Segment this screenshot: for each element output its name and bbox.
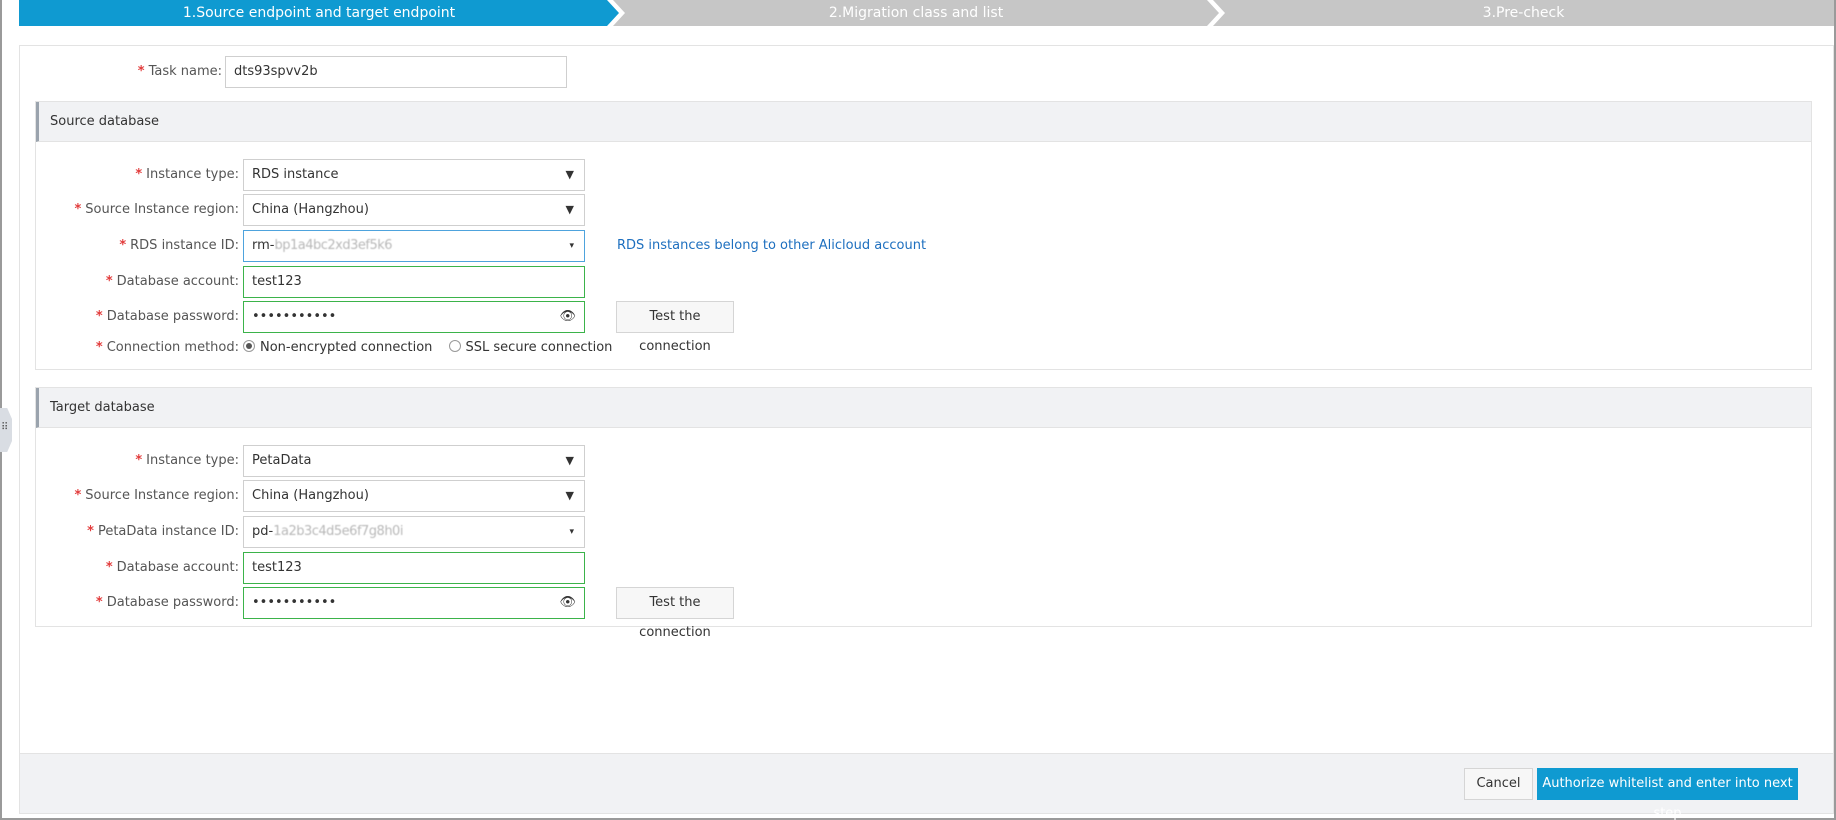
task-name-row: * Task name:	[20, 56, 222, 88]
radio-ssl[interactable]	[448, 340, 461, 352]
target-instance-type-row: * Instance type:	[135, 453, 239, 468]
task-name-label: * Task name:	[137, 64, 222, 79]
masked-instance-id: 1a2b3c4d5e6f7g8h0i	[273, 524, 403, 539]
authorize-next-button[interactable]: Authorize whitelist and enter into next …	[1537, 768, 1798, 820]
target-region-select[interactable]: China (Hangzhou) ▼	[243, 480, 585, 512]
other-account-link[interactable]: RDS instances belong to other Alicloud a…	[617, 230, 926, 262]
eye-icon[interactable]: 👁	[559, 302, 576, 332]
source-password-input[interactable]: ••••••••••• 👁	[243, 301, 585, 333]
target-account-row: * Database account:	[105, 560, 239, 575]
target-account-input[interactable]: test123	[243, 552, 585, 584]
grip-icon: ⠿	[1, 422, 9, 433]
required-marker: *	[137, 64, 145, 79]
wizard-stepper: 1.Source endpoint and target endpoint 2.…	[19, 0, 1834, 26]
dropdown-arrow-icon: ▼	[565, 168, 574, 181]
chevron-down-icon: ▾	[569, 527, 574, 537]
step-source-target[interactable]: 1.Source endpoint and target endpoint	[19, 0, 619, 26]
source-region-row: * Source Instance region:	[74, 202, 239, 217]
step-migration-class[interactable]: 2.Migration class and list	[613, 0, 1219, 26]
target-instance-type-select[interactable]: PetaData ▼	[243, 445, 585, 477]
petadata-instance-id-select[interactable]: pd-1a2b3c4d5e6f7g8h0i ▾	[243, 516, 585, 548]
source-test-connection-button[interactable]: Test the connection	[616, 301, 734, 354]
source-password-row: * Database password:	[95, 309, 239, 324]
rds-instance-id-row: * RDS instance ID:	[119, 238, 239, 253]
form-footer: Cancel Authorize whitelist and enter int…	[20, 753, 1833, 820]
step-precheck[interactable]: 3.Pre-check	[1213, 0, 1834, 26]
source-database-section: Source database * Instance type: RDS inst…	[35, 101, 1812, 370]
dropdown-arrow-icon: ▼	[565, 203, 574, 216]
target-password-input[interactable]: ••••••••••• 👁	[243, 587, 585, 619]
source-account-input[interactable]: test123	[243, 266, 585, 298]
petadata-instance-id-row: * PetaData instance ID:	[87, 524, 239, 539]
eye-icon[interactable]: 👁	[559, 588, 576, 618]
source-region-select[interactable]: China (Hangzhou) ▼	[243, 194, 585, 226]
dropdown-arrow-icon: ▼	[565, 489, 574, 502]
target-database-title: Target database	[36, 388, 1811, 428]
dropdown-arrow-icon: ▼	[565, 454, 574, 467]
target-password-row: * Database password:	[95, 595, 239, 610]
source-database-title: Source database	[36, 102, 1811, 142]
target-region-row: * Source Instance region:	[74, 488, 239, 503]
radio-non-encrypted[interactable]	[243, 340, 255, 352]
source-account-row: * Database account:	[105, 274, 239, 289]
task-name-input[interactable]: dts93spvv2b	[225, 56, 567, 88]
source-instance-type-row: * Instance type:	[135, 167, 239, 182]
rds-instance-id-select[interactable]: rm-bp1a4bc2xd3ef5k6 ▾	[243, 230, 585, 262]
target-database-section: Target database * Instance type: PetaData…	[35, 387, 1812, 640]
masked-instance-id: bp1a4bc2xd3ef5k6	[274, 238, 393, 253]
target-test-connection-button[interactable]: Test the connection	[616, 587, 734, 640]
chevron-down-icon: ▾	[569, 241, 574, 251]
source-instance-type-select[interactable]: RDS instance ▼	[243, 159, 585, 191]
cancel-button[interactable]: Cancel	[1464, 768, 1533, 800]
connection-method-radio-group: Non-encrypted connection SSL secure conn…	[243, 332, 624, 364]
connection-method-row: * Connection method:	[95, 340, 239, 355]
config-panel: * Task name: dts93spvv2b Source database …	[19, 45, 1834, 820]
